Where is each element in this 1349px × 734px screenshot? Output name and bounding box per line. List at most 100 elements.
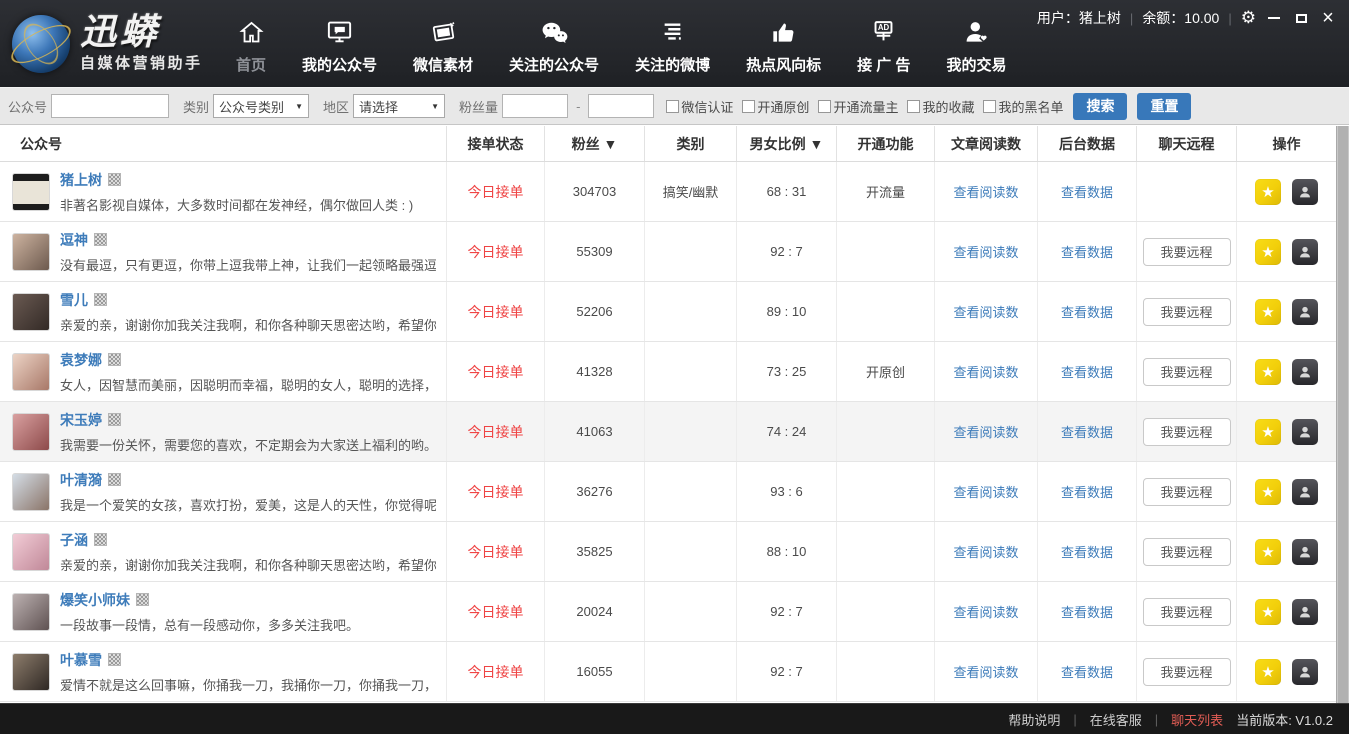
nav-item-5[interactable]: 热点风向标 — [746, 17, 821, 75]
account-name[interactable]: 叶慕雪 — [60, 650, 102, 670]
account-name[interactable]: 宋玉婷 — [60, 410, 102, 430]
region-select[interactable]: 请选择 ▼ — [353, 94, 445, 118]
favorite-star-button[interactable]: ★ — [1255, 539, 1281, 565]
checkbox-icon[interactable] — [742, 100, 755, 113]
maximize-button[interactable] — [1292, 9, 1310, 27]
settings-gear-icon[interactable]: ⚙ — [1241, 10, 1256, 27]
view-reads-link[interactable]: 查看阅读数 — [953, 242, 1018, 261]
view-data-link[interactable]: 查看数据 — [1061, 482, 1113, 501]
checkbox-icon[interactable] — [983, 100, 996, 113]
view-reads-link[interactable]: 查看阅读数 — [953, 362, 1018, 381]
favorite-star-button[interactable]: ★ — [1255, 179, 1281, 205]
favorite-star-button[interactable]: ★ — [1255, 479, 1281, 505]
close-button[interactable]: × — [1319, 9, 1337, 27]
filter-checkbox-1[interactable]: 开通原创 — [742, 97, 809, 116]
remote-button[interactable]: 我要远程 — [1143, 478, 1231, 506]
qrcode-badge-icon[interactable] — [94, 533, 107, 546]
remote-button[interactable]: 我要远程 — [1143, 358, 1231, 386]
contact-person-button[interactable] — [1292, 179, 1318, 205]
fans-max-input[interactable] — [588, 94, 654, 118]
favorite-star-button[interactable]: ★ — [1255, 659, 1281, 685]
account-name[interactable]: 猪上树 — [60, 170, 102, 190]
favorite-star-button[interactable]: ★ — [1255, 359, 1281, 385]
filter-checkbox-3[interactable]: 我的收藏 — [907, 97, 974, 116]
checkbox-icon[interactable] — [818, 100, 831, 113]
view-reads-link[interactable]: 查看阅读数 — [953, 422, 1018, 441]
qrcode-badge-icon[interactable] — [136, 593, 149, 606]
filter-checkbox-4[interactable]: 我的黑名单 — [983, 97, 1063, 116]
chat-list-link[interactable]: 聊天列表 — [1171, 710, 1223, 729]
favorite-star-button[interactable]: ★ — [1255, 419, 1281, 445]
nav-item-0[interactable]: 首页 — [236, 17, 266, 75]
remote-button[interactable]: 我要远程 — [1143, 598, 1231, 626]
reset-button[interactable]: 重置 — [1137, 93, 1191, 120]
remote-button[interactable]: 我要远程 — [1143, 538, 1231, 566]
view-data-link[interactable]: 查看数据 — [1061, 242, 1113, 261]
nav-item-6[interactable]: AD 接 广 告 — [857, 17, 910, 75]
favorite-star-button[interactable]: ★ — [1255, 599, 1281, 625]
column-header-2[interactable]: 粉丝 ▼ — [545, 126, 645, 161]
favorite-star-button[interactable]: ★ — [1255, 299, 1281, 325]
view-reads-link[interactable]: 查看阅读数 — [953, 182, 1018, 201]
qrcode-badge-icon[interactable] — [108, 653, 121, 666]
qrcode-badge-icon[interactable] — [108, 413, 121, 426]
search-button[interactable]: 搜索 — [1073, 93, 1127, 120]
contact-person-button[interactable] — [1292, 599, 1318, 625]
qrcode-badge-icon[interactable] — [108, 473, 121, 486]
view-data-link[interactable]: 查看数据 — [1061, 182, 1113, 201]
contact-person-button[interactable] — [1292, 419, 1318, 445]
view-reads-link[interactable]: 查看阅读数 — [953, 482, 1018, 501]
view-data-link[interactable]: 查看数据 — [1061, 602, 1113, 621]
checkbox-icon[interactable] — [666, 100, 679, 113]
view-reads-link[interactable]: 查看阅读数 — [953, 602, 1018, 621]
column-header-4[interactable]: 男女比例 ▼ — [737, 126, 837, 161]
help-link[interactable]: 帮助说明 — [1008, 710, 1060, 729]
view-data-link[interactable]: 查看数据 — [1061, 362, 1113, 381]
view-reads-link[interactable]: 查看阅读数 — [953, 662, 1018, 681]
view-data-link[interactable]: 查看数据 — [1061, 302, 1113, 321]
account-name[interactable]: 逗神 — [60, 230, 88, 250]
contact-person-button[interactable] — [1292, 479, 1318, 505]
contact-person-button[interactable] — [1292, 659, 1318, 685]
account-name[interactable]: 爆笑小师妹 — [60, 590, 130, 610]
account-avatar — [12, 233, 50, 271]
remote-button[interactable]: 我要远程 — [1143, 418, 1231, 446]
account-name[interactable]: 袁梦娜 — [60, 350, 102, 370]
account-name[interactable]: 雪儿 — [60, 290, 88, 310]
favorite-star-button[interactable]: ★ — [1255, 239, 1281, 265]
contact-person-button[interactable] — [1292, 539, 1318, 565]
nav-item-4[interactable]: 关注的微博 — [635, 17, 710, 75]
qrcode-badge-icon[interactable] — [108, 173, 121, 186]
view-data-link[interactable]: 查看数据 — [1061, 542, 1113, 561]
nav-item-3[interactable]: 关注的公众号 — [509, 17, 599, 75]
filter-checkbox-0[interactable]: 微信认证 — [666, 97, 733, 116]
view-reads-link[interactable]: 查看阅读数 — [953, 542, 1018, 561]
scrollbar-thumb[interactable] — [1338, 126, 1348, 703]
nav-item-7[interactable]: 我的交易 — [946, 17, 1006, 75]
filter-checkbox-2[interactable]: 开通流量主 — [818, 97, 898, 116]
vertical-scrollbar[interactable] — [1336, 126, 1349, 703]
checkbox-icon[interactable] — [907, 100, 920, 113]
remote-button[interactable]: 我要远程 — [1143, 298, 1231, 326]
remote-button[interactable]: 我要远程 — [1143, 658, 1231, 686]
qrcode-badge-icon[interactable] — [108, 353, 121, 366]
category-select[interactable]: 公众号类别 ▼ — [213, 94, 309, 118]
fans-min-input[interactable] — [502, 94, 568, 118]
account-name[interactable]: 子涵 — [60, 530, 88, 550]
star-icon: ★ — [1261, 303, 1274, 321]
minimize-button[interactable] — [1265, 9, 1283, 27]
view-reads-link[interactable]: 查看阅读数 — [953, 302, 1018, 321]
contact-person-button[interactable] — [1292, 239, 1318, 265]
qrcode-badge-icon[interactable] — [94, 233, 107, 246]
view-data-link[interactable]: 查看数据 — [1061, 422, 1113, 441]
online-service-link[interactable]: 在线客服 — [1090, 710, 1142, 729]
qrcode-badge-icon[interactable] — [94, 293, 107, 306]
contact-person-button[interactable] — [1292, 359, 1318, 385]
account-search-input[interactable] — [51, 94, 169, 118]
view-data-link[interactable]: 查看数据 — [1061, 662, 1113, 681]
contact-person-button[interactable] — [1292, 299, 1318, 325]
account-name[interactable]: 叶清漪 — [60, 470, 102, 490]
remote-button[interactable]: 我要远程 — [1143, 238, 1231, 266]
nav-item-1[interactable]: 我的公众号 — [302, 17, 377, 75]
nav-item-2[interactable]: 微信素材 — [413, 17, 473, 75]
